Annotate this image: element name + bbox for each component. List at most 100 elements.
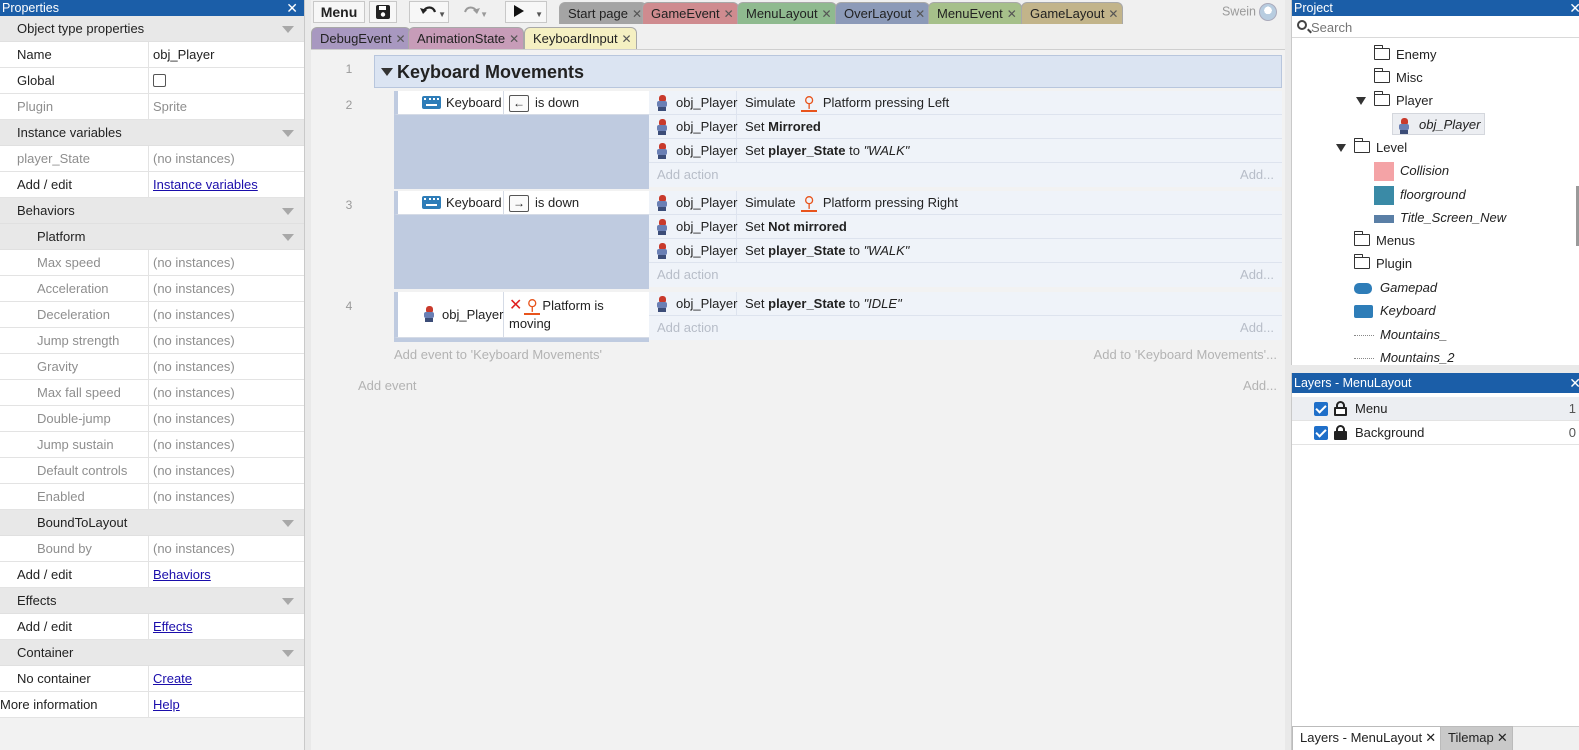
condition-row[interactable]: Keyboard → is down — [394, 191, 649, 215]
tree-item-plugin[interactable]: Plugin — [1353, 253, 1412, 275]
collapse-triangle-icon[interactable] — [274, 120, 304, 145]
close-tab-icon[interactable]: ✕ — [724, 3, 734, 25]
section-object-type-properties[interactable]: Object type properties — [0, 16, 304, 42]
collapse-triangle-icon[interactable] — [274, 510, 304, 535]
tree-item-level[interactable]: Level — [1353, 137, 1407, 159]
add-to-group-link[interactable]: Add to 'Keyboard Movements'... — [1094, 347, 1277, 362]
expand-triangle-icon[interactable] — [1336, 144, 1346, 152]
add-more-link[interactable]: Add... — [1240, 316, 1274, 340]
tree-item-collision[interactable]: Collision — [1374, 160, 1449, 182]
redo-button[interactable]: ▼ — [451, 1, 491, 23]
user-account[interactable]: Swein — [1222, 3, 1277, 21]
section-platform[interactable]: Platform — [0, 224, 304, 250]
close-tab-icon[interactable]: ✕ — [622, 28, 632, 50]
add-action-link[interactable]: Add action Add... — [649, 163, 1282, 187]
expand-triangle-icon[interactable] — [1356, 97, 1366, 105]
section-effects[interactable]: Effects — [0, 588, 304, 614]
add-action-link[interactable]: Add action Add... — [649, 316, 1282, 340]
condition-row[interactable]: obj_Player ✕ ⚲ Platform is moving — [394, 292, 649, 338]
close-tab-icon[interactable]: ✕ — [1497, 727, 1508, 749]
event-conditions[interactable]: Keyboard → is down — [394, 191, 649, 289]
collapse-triangle-icon[interactable] — [274, 588, 304, 613]
add-more-bottom-link[interactable]: Add... — [1243, 378, 1277, 393]
tree-item-obj-player[interactable]: obj_Player — [1392, 113, 1486, 135]
link-create[interactable]: Create — [153, 671, 192, 686]
layer-row-background[interactable]: Background 0 — [1292, 421, 1579, 445]
action-row[interactable]: obj_Player Simulate ⚲ Platform pressing R… — [649, 191, 1282, 215]
action-row[interactable]: obj_Player Set player_State to "IDLE" — [649, 292, 1282, 316]
save-button[interactable] — [369, 1, 397, 23]
close-project-icon[interactable]: ✕ — [1569, 0, 1579, 16]
action-row[interactable]: obj_Player Set player_State to "WALK" — [649, 239, 1282, 263]
tab-debugevent[interactable]: DebugEvent ✕ — [311, 27, 411, 49]
tree-item-title-screen-new[interactable]: Title_Screen_New — [1374, 207, 1506, 229]
link-help[interactable]: Help — [153, 697, 180, 712]
event-conditions[interactable]: Keyboard ← is down — [394, 91, 649, 189]
undo-button[interactable]: ▼ — [409, 1, 449, 23]
close-properties-icon[interactable]: ✕ — [286, 0, 298, 16]
layer-visible-checkbox[interactable] — [1314, 402, 1328, 416]
tab-animationstate[interactable]: AnimationState ✕ — [408, 27, 525, 50]
collapse-triangle-icon[interactable] — [274, 198, 304, 223]
section-behaviors[interactable]: Behaviors — [0, 198, 304, 224]
run-button[interactable]: ▼ — [505, 1, 547, 23]
menu-button[interactable]: Menu — [313, 1, 365, 23]
event-conditions[interactable]: obj_Player ✕ ⚲ Platform is moving — [394, 292, 649, 342]
add-more-link[interactable]: Add... — [1240, 163, 1274, 187]
action-row[interactable]: obj_Player Simulate ⚲ Platform pressing L… — [649, 91, 1282, 115]
tree-item-mountains[interactable]: Mountains_ — [1354, 324, 1447, 346]
close-tab-icon[interactable]: ✕ — [822, 3, 832, 25]
collapse-triangle-icon[interactable] — [274, 224, 304, 249]
project-search-input[interactable] — [1311, 18, 1571, 36]
tree-item-misc[interactable]: Misc — [1373, 67, 1423, 89]
close-tab-icon[interactable]: ✕ — [509, 28, 519, 50]
close-tab-icon[interactable]: ✕ — [1108, 3, 1118, 25]
event-group-header[interactable]: Keyboard Movements — [374, 55, 1282, 88]
event-block[interactable]: Keyboard ← is down obj_Player Simulate ⚲ Pla… — [394, 91, 1282, 189]
tree-item-keyboard[interactable]: Keyboard — [1354, 300, 1436, 322]
close-tab-icon[interactable]: ✕ — [632, 3, 642, 25]
undo-dropdown-icon[interactable]: ▼ — [438, 5, 446, 25]
tab-keyboardinput[interactable]: KeyboardInput ✕ — [524, 27, 637, 49]
layer-visible-checkbox[interactable] — [1314, 426, 1328, 440]
tab-gamelayout[interactable]: GameLayout ✕ — [1021, 2, 1124, 25]
tab-menulayout[interactable]: MenuLayout ✕ — [737, 2, 837, 24]
condition-row[interactable]: Keyboard ← is down — [394, 91, 649, 115]
tree-item-player[interactable]: Player — [1373, 90, 1433, 112]
action-row[interactable]: obj_Player Set Not mirrored — [649, 215, 1282, 239]
close-tab-icon[interactable]: ✕ — [915, 3, 925, 25]
section-container[interactable]: Container — [0, 640, 304, 666]
event-block[interactable]: Keyboard → is down obj_Player Simulate ⚲ Pla… — [394, 191, 1282, 289]
tab-gameevent[interactable]: GameEvent ✕ — [642, 2, 739, 24]
bottom-tab-layers-menulayout[interactable]: Layers - MenuLayout ✕ — [1292, 726, 1442, 750]
close-tab-icon[interactable]: ✕ — [396, 28, 406, 50]
section-boundtolayout[interactable]: BoundToLayout — [0, 510, 304, 536]
run-dropdown-icon[interactable]: ▼ — [535, 5, 543, 25]
action-row[interactable]: obj_Player Set Mirrored — [649, 115, 1282, 139]
tree-item-enemy[interactable]: Enemy — [1373, 44, 1436, 66]
add-event-to-group-link[interactable]: Add event to 'Keyboard Movements' — [394, 347, 602, 362]
collapse-triangle-icon[interactable] — [381, 68, 393, 76]
add-action-link[interactable]: Add action Add... — [649, 263, 1282, 287]
tree-item-gamepad[interactable]: Gamepad — [1354, 277, 1437, 299]
property-value[interactable]: obj_Player — [149, 42, 304, 67]
tree-item-floorground[interactable]: floorground — [1374, 184, 1466, 206]
link-behaviors[interactable]: Behaviors — [153, 567, 211, 582]
bottom-tab-tilemap[interactable]: Tilemap ✕ — [1440, 726, 1513, 750]
link-instance-variables[interactable]: Instance variables — [153, 177, 258, 192]
layer-row-menu[interactable]: Menu 1 — [1292, 397, 1579, 421]
link-effects[interactable]: Effects — [153, 619, 193, 634]
collapse-triangle-icon[interactable] — [274, 640, 304, 665]
tab-overlayout[interactable]: OverLayout ✕ — [835, 2, 931, 25]
add-event-link[interactable]: Add event — [358, 378, 417, 393]
unlock-icon[interactable] — [1334, 401, 1347, 416]
event-sheet[interactable]: 1 Keyboard Movements 2 Keyboard ← is down ob… — [311, 49, 1285, 750]
redo-dropdown-icon[interactable]: ▼ — [480, 5, 488, 25]
lock-icon[interactable] — [1334, 425, 1347, 440]
close-layers-icon[interactable]: ✕ — [1569, 373, 1579, 393]
collapse-triangle-icon[interactable] — [274, 16, 304, 41]
global-checkbox[interactable] — [153, 73, 166, 87]
add-more-link[interactable]: Add... — [1240, 263, 1274, 287]
tree-item-menus[interactable]: Menus — [1353, 230, 1415, 252]
tab-start-page[interactable]: Start page ✕ — [559, 2, 647, 24]
